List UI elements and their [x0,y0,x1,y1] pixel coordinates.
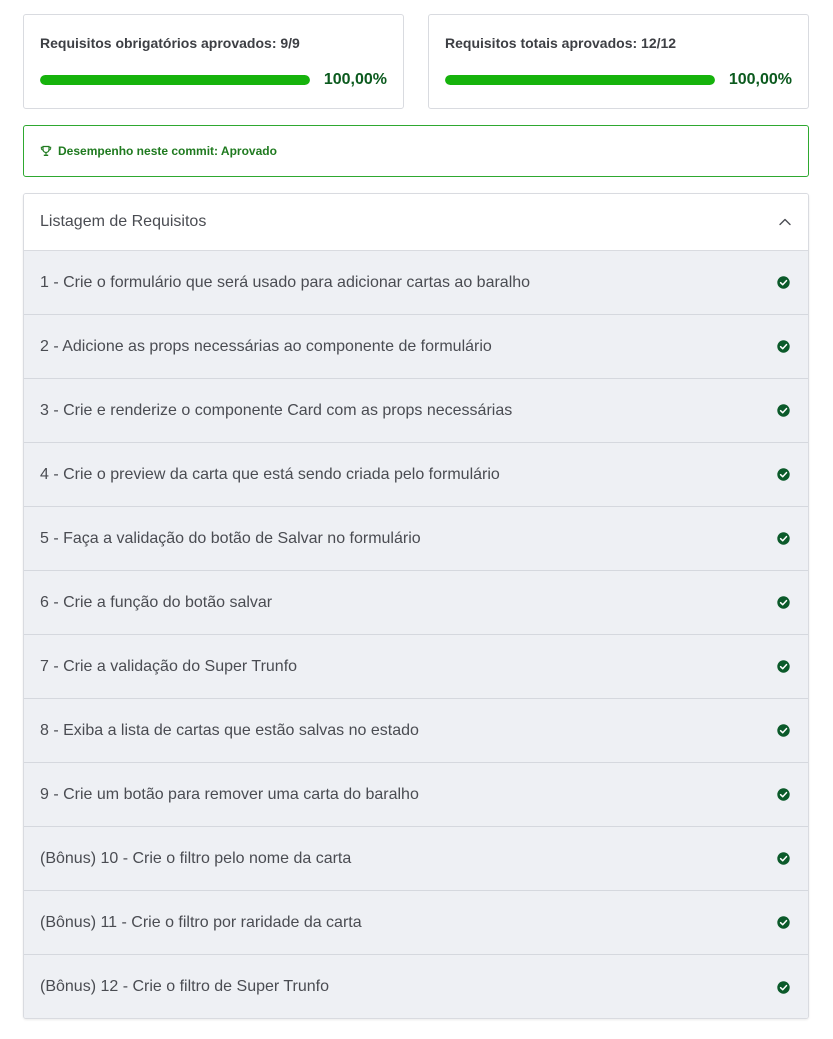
requirement-label: 3 - Crie e renderize o componente Card c… [40,401,513,419]
total-requirements-title: Requisitos totais aprovados: 12/12 [445,35,677,51]
mandatory-requirements-card: Requisitos obrigatórios aprovados: 9/9 1… [23,14,404,109]
mandatory-requirements-title: Requisitos obrigatórios aprovados: 9/9 [40,35,300,51]
total-requirements-card: Requisitos totais aprovados: 12/12 100,0… [428,14,809,109]
requirement-row[interactable]: (Bônus) 12 - Crie o filtro de Super Trun… [24,955,808,1018]
mandatory-progress-fill [40,75,310,85]
mandatory-progress-value: 100,00% [323,71,387,88]
requirements-title: Listagem de Requisitos [40,213,207,230]
check-circle-icon [777,340,790,353]
requirement-label: 4 - Crie o preview da carta que está sen… [40,465,500,483]
total-progress-bar [445,75,715,85]
requirement-label: 9 - Crie um botão para remover uma carta… [40,785,419,803]
mandatory-progress-bar [40,75,310,85]
check-circle-icon [777,660,790,673]
requirements-panel: Listagem de Requisitos 1 - Crie o formul… [23,193,809,1019]
requirement-row[interactable]: 4 - Crie o preview da carta que está sen… [24,443,808,507]
requirement-label: 8 - Exiba a lista de cartas que estão sa… [40,721,419,739]
requirement-row[interactable]: 8 - Exiba a lista de cartas que estão sa… [24,699,808,763]
total-progress-fill [445,75,715,85]
check-circle-icon [777,596,790,609]
requirements-list: 1 - Crie o formulário que será usado par… [24,251,808,1018]
requirement-label: (Bônus) 11 - Crie o filtro por raridade … [40,913,362,931]
check-circle-icon [777,852,790,865]
check-circle-icon [777,276,790,289]
requirement-label: 6 - Crie a função do botão salvar [40,593,273,611]
requirement-row[interactable]: 1 - Crie o formulário que será usado par… [24,251,808,315]
requirement-label: (Bônus) 12 - Crie o filtro de Super Trun… [40,978,330,995]
performance-status-text: Desempenho neste commit: Aprovado [58,144,277,158]
requirement-row[interactable]: 7 - Crie a validação do Super Trunfo [24,635,808,699]
requirement-label: 7 - Crie a validação do Super Trunfo [40,657,298,675]
requirement-label: (Bônus) 10 - Crie o filtro pelo nome da … [40,849,352,867]
requirement-row[interactable]: 3 - Crie e renderize o componente Card c… [24,379,808,443]
check-circle-icon [777,788,790,801]
requirement-row[interactable]: 6 - Crie a função do botão salvar [24,571,808,635]
check-circle-icon [777,468,790,481]
chevron-up-icon[interactable] [778,215,792,229]
trophy-icon [40,145,52,157]
requirement-row[interactable]: (Bônus) 10 - Crie o filtro pelo nome da … [24,827,808,891]
requirement-row[interactable]: 9 - Crie um botão para remover uma carta… [24,763,808,827]
check-circle-icon [777,724,790,737]
requirements-header[interactable]: Listagem de Requisitos [24,194,808,251]
total-progress-value: 100,00% [728,71,792,88]
performance-banner: Desempenho neste commit: Aprovado [23,125,809,177]
requirement-label: 5 - Faça a validação do botão de Salvar … [40,529,421,547]
requirement-row[interactable]: 2 - Adicione as props necessárias ao com… [24,315,808,379]
check-circle-icon [777,404,790,417]
requirement-row[interactable]: (Bônus) 11 - Crie o filtro por raridade … [24,891,808,955]
check-circle-icon [777,980,790,994]
check-circle-icon [777,916,790,929]
requirement-label: 1 - Crie o formulário que será usado par… [40,273,531,291]
requirement-row[interactable]: 5 - Faça a validação do botão de Salvar … [24,507,808,571]
evaluation-page: Requisitos obrigatórios aprovados: 9/9 1… [0,0,833,1039]
check-circle-icon [777,532,790,545]
requirement-label: 2 - Adicione as props necessárias ao com… [40,337,492,355]
